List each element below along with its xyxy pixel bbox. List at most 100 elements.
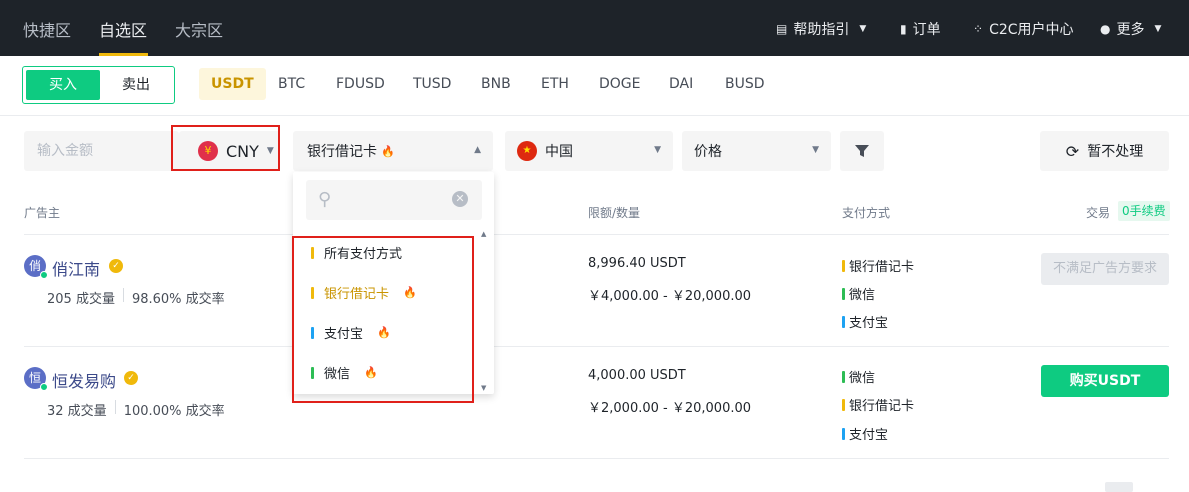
c2c-user-center-label: C2C用户中心 (989, 22, 1074, 38)
avatar-letter: 俏 (28, 259, 41, 273)
coin-tab-bnb[interactable]: BNB (481, 68, 511, 100)
payment-method-label: 银行借记卡 (849, 399, 915, 414)
payment-method-label: 支付宝 (849, 316, 889, 331)
coin-tab-eth[interactable]: ETH (541, 68, 569, 100)
sell-button[interactable]: 卖出 (100, 70, 172, 100)
refresh-icon: ⟳ (1065, 141, 1080, 161)
avatar[interactable]: 俏 (24, 255, 48, 279)
coin-tab-fdusd[interactable]: FDUSD (336, 68, 385, 100)
users-icon: ⁘ (973, 22, 984, 36)
sort-select[interactable]: 价格 ▼ (682, 131, 831, 171)
available-quantity: 4,000.00 USDT (588, 368, 686, 383)
more-label: 更多 (1116, 22, 1145, 38)
completion-rate: 98.60% 成交率 (131, 292, 225, 307)
funnel-icon (855, 145, 869, 157)
c2c-user-center-link[interactable]: ⁘ C2C用户中心 (973, 19, 1074, 39)
header-trade: 交易 (1086, 206, 1111, 220)
pagination-button[interactable] (1105, 482, 1133, 492)
payment-color-bar (842, 287, 845, 300)
payment-method-label: 支付宝 (849, 428, 889, 443)
amount-input[interactable] (24, 131, 179, 171)
payment-method-label: 微信 (849, 371, 876, 386)
help-book-icon: ▤ (776, 22, 788, 36)
refresh-button[interactable]: ⟳ 暂不处理 (1040, 131, 1169, 171)
buy-button[interactable]: 买入 (26, 70, 100, 100)
advertiser-stats: 205 成交量 98.60% 成交率 (47, 288, 225, 307)
refresh-label: 暂不处理 (1087, 144, 1144, 160)
payment-method-value: 银行借记卡 (307, 144, 377, 160)
online-status-dot (40, 271, 48, 279)
more-menu[interactable]: ● 更多 ▼ (1100, 19, 1161, 39)
table-divider (24, 458, 1169, 459)
payment-method-tag: 银行借记卡 (842, 256, 914, 275)
order-count: 205 成交量 (47, 292, 115, 307)
more-dots-icon: ● (1100, 22, 1111, 36)
verified-badge-icon: ✓ (124, 371, 138, 385)
fire-icon: 🔥 (381, 144, 395, 158)
caret-down-icon: ▼ (654, 145, 661, 155)
caret-up-icon: ▲ (474, 145, 481, 155)
dropdown-search-input[interactable]: ⚲ ✕ (306, 180, 482, 220)
filter-button[interactable] (840, 131, 884, 171)
section-divider (0, 115, 1189, 116)
orders-link[interactable]: ▮ 订单 (900, 19, 941, 39)
payment-method-tag: 微信 (842, 284, 875, 303)
help-guide-label: 帮助指引 (793, 22, 850, 38)
currency-highlight-box (171, 125, 280, 171)
order-limit: ￥4,000.00 - ￥20,000.00 (588, 289, 752, 304)
payment-color-bar (842, 315, 845, 328)
chevron-down-icon: ▼ (859, 24, 867, 34)
tab-express[interactable]: 快捷区 (23, 17, 71, 41)
payment-color-bar (842, 427, 845, 440)
advertiser-stats: 32 成交量 100.00% 成交率 (47, 400, 225, 419)
orders-label: 订单 (912, 22, 941, 38)
clear-icon[interactable]: ✕ (452, 191, 468, 207)
tab-block[interactable]: 大宗区 (175, 17, 223, 41)
stat-separator (114, 400, 116, 414)
table-divider (24, 234, 1169, 235)
active-tab-indicator (99, 53, 148, 56)
verified-badge-icon: ✓ (109, 259, 123, 273)
document-icon: ▮ (900, 22, 907, 36)
region-select[interactable]: ★ 中国 ▼ (505, 131, 673, 171)
payment-method-select[interactable]: 银行借记卡 🔥 ▲ (293, 131, 493, 171)
buy-usdt-button[interactable]: 购买USDT (1041, 365, 1169, 397)
header-payment: 支付方式 (842, 206, 891, 220)
zero-fee-badge: 0手续费 (1118, 201, 1170, 221)
header-limit: 限额/数量 (588, 206, 641, 220)
payment-method-tag: 微信 (842, 367, 875, 386)
scroll-up-icon[interactable]: ▲ (481, 230, 486, 238)
completion-rate: 100.00% 成交率 (123, 404, 225, 419)
sort-value: 价格 (694, 144, 722, 160)
coin-tab-doge[interactable]: DOGE (599, 68, 641, 100)
stat-separator (122, 288, 124, 302)
coin-tab-btc[interactable]: BTC (278, 68, 305, 100)
scroll-down-icon[interactable]: ▼ (481, 384, 486, 392)
payment-method-label: 银行借记卡 (849, 260, 915, 275)
coin-tab-tusd[interactable]: TUSD (413, 68, 451, 100)
coin-tab-dai[interactable]: DAI (669, 68, 693, 100)
coin-tab-busd[interactable]: BUSD (725, 68, 765, 100)
region-value: 中国 (545, 144, 573, 160)
online-status-dot (40, 383, 48, 391)
order-count: 32 成交量 (47, 404, 107, 419)
avatar[interactable]: 恒 (24, 367, 48, 391)
china-flag-icon: ★ (517, 141, 537, 161)
advertiser-name[interactable]: 俏江南 (52, 256, 100, 280)
advertiser-name[interactable]: 恒发易购 (52, 368, 116, 392)
chevron-down-icon: ▼ (1154, 24, 1162, 34)
header-advertiser: 广告主 (24, 206, 61, 220)
order-limit: ￥2,000.00 - ￥20,000.00 (588, 401, 752, 416)
top-nav-bar: 快捷区 自选区 大宗区 ▤ 帮助指引 ▼ ▮ 订单 ⁘ C2C用户中心 ● 更多… (0, 0, 1189, 56)
dropdown-scrollbar[interactable]: ▲ ▼ (478, 230, 492, 392)
payment-method-tag: 银行借记卡 (842, 395, 914, 414)
buy-sell-toggle: 买入 卖出 (22, 66, 175, 104)
tab-p2p[interactable]: 自选区 (99, 17, 147, 41)
payment-color-bar (842, 259, 845, 272)
available-quantity: 8,996.40 USDT (588, 256, 686, 271)
avatar-letter: 恒 (28, 371, 41, 385)
help-guide-menu[interactable]: ▤ 帮助指引 ▼ (776, 19, 866, 39)
coin-tab-usdt[interactable]: USDT (199, 68, 266, 100)
requirements-not-met-button[interactable]: 不满足广告方要求 (1041, 253, 1169, 285)
caret-down-icon: ▼ (812, 145, 819, 155)
